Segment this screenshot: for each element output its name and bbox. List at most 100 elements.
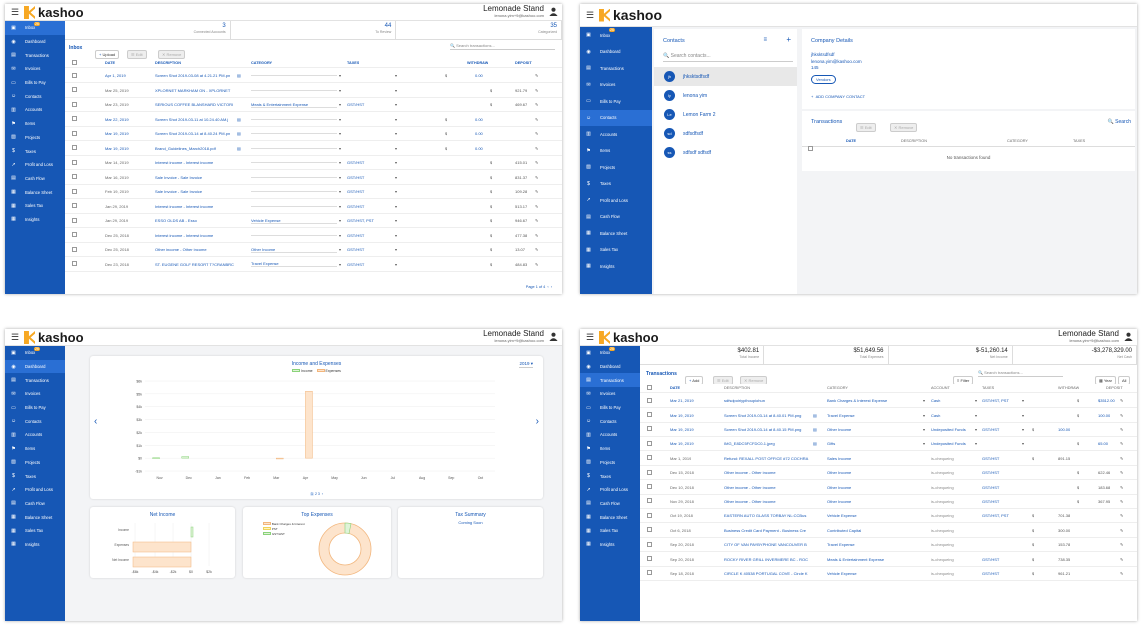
- sidebar-item-transactions[interactable]: ▤ Transactions: [5, 373, 65, 387]
- row-checkbox[interactable]: [72, 145, 77, 151]
- sidebar-item-invoices[interactable]: ✉ Invoices: [580, 77, 652, 94]
- sidebar-item-projects[interactable]: ▧ Projects: [5, 131, 65, 145]
- account-dropdown-icon[interactable]: ▾: [975, 427, 977, 432]
- category-dropdown-icon[interactable]: ▾: [339, 146, 341, 151]
- sidebar-item-cash-flow[interactable]: ▤ Cash Flow: [580, 209, 652, 226]
- row-taxes[interactable]: GST/HST: [347, 189, 397, 194]
- row-description[interactable]: Other income - Other income: [724, 485, 812, 490]
- row-checkbox[interactable]: [72, 72, 77, 79]
- select-all-checkbox[interactable]: [808, 138, 813, 156]
- sidebar-item-profit-and-loss[interactable]: ↗ Profit and Loss: [580, 192, 652, 209]
- table-row[interactable]: Nov 29, 2018 Other income - Other income…: [640, 494, 1137, 510]
- row-checkbox[interactable]: [72, 188, 77, 195]
- row-checkbox[interactable]: [72, 217, 77, 224]
- kashoo-logo[interactable]: kashoo: [599, 7, 662, 23]
- kashoo-logo[interactable]: kashoo: [599, 330, 659, 345]
- sidebar-item-insights[interactable]: ▦ Insights: [580, 538, 640, 552]
- column-header[interactable]: DESCRIPTION: [155, 61, 181, 65]
- sidebar-item-accounts[interactable]: ▥ Accounts: [5, 428, 65, 442]
- category-dropdown-icon[interactable]: ▾: [339, 189, 341, 194]
- sidebar-item-taxes[interactable]: $ Taxes: [5, 144, 65, 158]
- sidebar-item-balance-sheet[interactable]: ▦ Balance Sheet: [580, 510, 640, 524]
- row-category[interactable]: [251, 133, 337, 135]
- tax-dropdown-icon[interactable]: ▾: [395, 218, 397, 223]
- category-dropdown-icon[interactable]: ▾: [339, 117, 341, 122]
- sidebar-item-bills-to-pay[interactable]: ▭ Bills to Pay: [580, 401, 640, 415]
- sidebar-item-projects[interactable]: ▧ Projects: [5, 456, 65, 470]
- table-row[interactable]: Mar 19, 2019 Screen Shot 2019-03-14 at 8…: [640, 408, 1137, 423]
- row-description[interactable]: Screen Shot 2019-03-14 at 8.40.01 PM.png: [724, 413, 812, 418]
- kashoo-logo[interactable]: kashoo: [24, 330, 84, 345]
- row-checkbox[interactable]: [72, 130, 77, 137]
- sidebar-item-contacts[interactable]: ☺ Contacts: [5, 89, 65, 103]
- sidebar-item-sales-tax[interactable]: ▦ Sales Tax: [5, 199, 65, 213]
- edit-icon[interactable]: ✎: [535, 146, 538, 151]
- table-row[interactable]: Mar 19, 2019 Screen Shot 2019-03-14 at 8…: [65, 127, 562, 142]
- table-row[interactable]: Mar 19, 2019 Brand_Guidelines_March2018.…: [65, 141, 562, 156]
- sidebar-item-inbox[interactable]: ▣ Inbox 26: [5, 346, 65, 360]
- table-row[interactable]: Mar 16, 2019 Sale Invoice - Sale Invoice…: [65, 170, 562, 185]
- contact-item[interactable]: jh jhksktsdfsdf: [654, 67, 797, 86]
- company-info[interactable]: Lemonade Stand lenona.yim+9@kashoo.com: [483, 5, 544, 19]
- row-account[interactable]: is-chequeing: [931, 542, 976, 547]
- edit-icon[interactable]: ✎: [535, 175, 538, 180]
- sidebar-item-projects[interactable]: ▧ Projects: [580, 159, 652, 176]
- tax-dropdown-icon[interactable]: ▾: [395, 117, 397, 122]
- row-category[interactable]: [251, 234, 337, 236]
- menu-icon[interactable]: ☰: [586, 10, 594, 21]
- row-description[interactable]: Other income - Other income: [724, 470, 812, 475]
- attachment-icon[interactable]: ▤: [237, 131, 241, 136]
- row-account[interactable]: Undeposited Funds: [931, 427, 976, 432]
- edit-icon[interactable]: ✎: [1120, 542, 1123, 547]
- edit-icon[interactable]: ✎: [1120, 398, 1123, 403]
- row-category[interactable]: Travel Expense: [251, 261, 337, 268]
- category-dropdown-icon[interactable]: ▾: [339, 73, 341, 78]
- column-header[interactable]: DATE: [670, 386, 680, 390]
- row-description[interactable]: Interest income - Interest income: [155, 204, 235, 209]
- sidebar-item-taxes[interactable]: $ Taxes: [580, 469, 640, 483]
- attachment-icon[interactable]: ▤: [237, 73, 241, 78]
- row-description[interactable]: ST. EUGENE GOLF RESORT T?CRANBRC: [155, 262, 235, 267]
- category-dropdown-icon[interactable]: ▾: [339, 88, 341, 93]
- sidebar-item-accounts[interactable]: ▥ Accounts: [5, 103, 65, 117]
- row-taxes[interactable]: GST/HST: [347, 262, 397, 267]
- category-dropdown-icon[interactable]: ▾: [339, 262, 341, 267]
- category-dropdown-icon[interactable]: ▾: [339, 131, 341, 136]
- category-dropdown-icon[interactable]: ▾: [339, 175, 341, 180]
- tax-dropdown-icon[interactable]: ▾: [395, 189, 397, 194]
- attachment-icon[interactable]: ▤: [813, 413, 817, 418]
- filter-icon[interactable]: ≡: [763, 37, 767, 43]
- account-dropdown-icon[interactable]: ▾: [975, 398, 977, 403]
- row-checkbox[interactable]: [72, 87, 77, 93]
- column-header[interactable]: DEPOSIT: [1106, 386, 1123, 390]
- table-row[interactable]: Mar 1, 2019 Refund: REXALL POST OFFICE #…: [640, 451, 1137, 466]
- tax-dropdown-icon[interactable]: ▾: [395, 204, 397, 209]
- row-description[interactable]: Brand_Guidelines_March2018.pdf: [155, 146, 235, 151]
- row-checkbox[interactable]: [647, 570, 652, 576]
- row-category[interactable]: Meals & Entertainment Expense: [827, 557, 919, 562]
- sidebar-item-taxes[interactable]: $ Taxes: [5, 469, 65, 483]
- sidebar-item-invoices[interactable]: ✉ Invoices: [5, 387, 65, 401]
- sidebar-item-items[interactable]: ⚑ Items: [5, 442, 65, 456]
- row-description[interactable]: Other income - Other income: [155, 247, 235, 252]
- chart-pager[interactable]: 1 2 3 ›: [90, 492, 543, 496]
- table-row[interactable]: Sep 20, 2018 CITY OF VAN PAYBYPHONE VANC…: [640, 538, 1137, 553]
- row-category[interactable]: Travel Expense: [827, 542, 919, 547]
- row-taxes[interactable]: GST/HST: [347, 175, 397, 180]
- row-account[interactable]: is-chequeing: [931, 513, 976, 518]
- sidebar-item-profit-and-loss[interactable]: ↗ Profit and Loss: [580, 483, 640, 497]
- sidebar-item-bills-to-pay[interactable]: ▭ Bills to Pay: [5, 401, 65, 415]
- column-header[interactable]: TAXES: [982, 386, 994, 390]
- menu-icon[interactable]: ☰: [586, 332, 594, 343]
- account-dropdown-icon[interactable]: ▾: [975, 441, 977, 446]
- column-header[interactable]: DESCRIPTION: [901, 139, 927, 143]
- row-taxes[interactable]: GST/HST: [982, 456, 1022, 461]
- sidebar-item-accounts[interactable]: ▥ Accounts: [580, 428, 640, 442]
- row-checkbox[interactable]: [72, 174, 77, 180]
- sidebar-item-bills-to-pay[interactable]: ▭ Bills to Pay: [580, 93, 652, 110]
- sidebar-item-invoices[interactable]: ✉ Invoices: [580, 387, 640, 401]
- row-description[interactable]: EASTERN AUTO GLASS TORBAY NL:CCBus: [724, 513, 812, 518]
- row-category[interactable]: Gifts: [827, 441, 919, 446]
- row-category[interactable]: [251, 118, 337, 120]
- table-row[interactable]: Sep 18, 2018 CIRCLE K 40538 PORTUGAL COV…: [640, 566, 1137, 582]
